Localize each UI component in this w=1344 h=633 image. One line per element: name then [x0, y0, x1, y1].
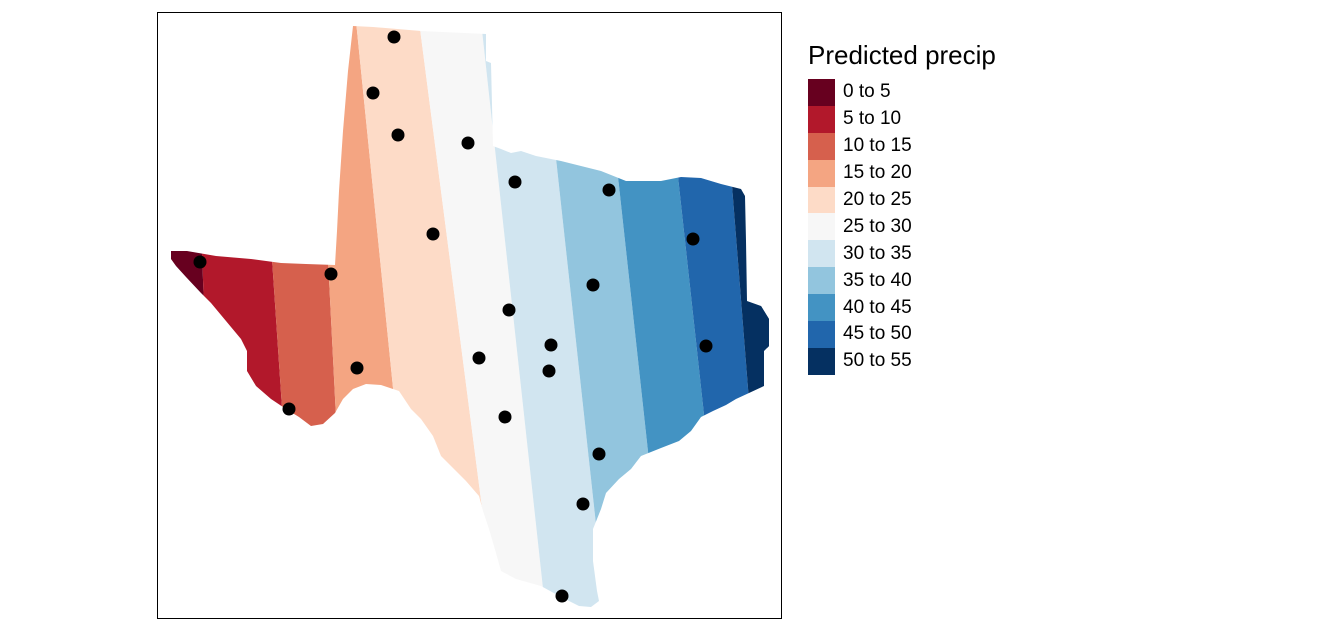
legend-item: 5 to 10 [808, 105, 996, 133]
legend-swatch [808, 105, 835, 133]
legend-swatch [808, 78, 835, 106]
legend-label: 35 to 40 [843, 269, 912, 291]
map-canvas [171, 26, 769, 607]
sample-point [498, 410, 512, 424]
sample-point [602, 183, 616, 197]
legend-swatch [808, 347, 835, 375]
map-panel [157, 12, 782, 619]
sample-point [350, 361, 364, 375]
sample-point [502, 303, 516, 317]
legend-label: 50 to 55 [843, 350, 912, 372]
legend-item: 20 to 25 [808, 186, 996, 214]
legend-item: 0 to 5 [808, 78, 996, 106]
sample-point [461, 136, 475, 150]
legend-swatch [808, 320, 835, 348]
sample-point [699, 339, 713, 353]
sample-point [508, 175, 522, 189]
legend-item: 15 to 20 [808, 159, 996, 187]
legend-label: 5 to 10 [843, 108, 902, 130]
sample-point [576, 497, 590, 511]
legend-item: 30 to 35 [808, 240, 996, 268]
sample-point [387, 30, 401, 44]
legend-swatch [808, 267, 835, 295]
sample-point [391, 128, 405, 142]
legend-swatch [808, 213, 835, 241]
legend-label: 25 to 30 [843, 215, 912, 237]
sample-point [686, 232, 700, 246]
legend-rows: 0 to 5 5 to 10 10 to 15 15 to 20 20 to 25 25 … [808, 78, 996, 375]
legend-label: 40 to 45 [843, 296, 912, 318]
legend-swatch [808, 159, 835, 187]
sample-point [586, 278, 600, 292]
precip-bands [171, 26, 769, 607]
legend-label: 20 to 25 [843, 189, 912, 210]
legend-label: 30 to 35 [843, 242, 912, 264]
sample-point [282, 402, 296, 416]
legend-label: 0 to 5 [843, 81, 891, 103]
legend-swatch [808, 240, 835, 268]
legend-item: 40 to 45 [808, 294, 996, 322]
legend-item: 10 to 15 [808, 132, 996, 160]
precip-band [761, 301, 769, 351]
legend-item: 35 to 40 [808, 267, 996, 295]
legend-label: 45 to 50 [843, 323, 912, 345]
legend-label: 10 to 15 [843, 135, 912, 157]
legend-swatch [808, 186, 835, 214]
sample-point [366, 86, 380, 100]
sample-point [592, 447, 606, 461]
sample-point [555, 589, 569, 603]
legend-swatch [808, 132, 835, 160]
sample-point [193, 255, 207, 269]
legend-swatch [808, 294, 835, 322]
sample-point [324, 267, 338, 281]
sample-point [542, 364, 556, 378]
sample-point [472, 351, 486, 365]
legend-label: 15 to 20 [843, 162, 912, 184]
legend: Predicted precip 0 to 5 5 to 10 10 to 15 15… [808, 40, 996, 375]
legend-item: 25 to 30 [808, 213, 996, 241]
legend-item: 45 to 50 [808, 320, 996, 348]
sample-point [544, 338, 558, 352]
precip-band [171, 26, 216, 607]
legend-title: Predicted precip [808, 40, 996, 70]
sample-point [426, 227, 440, 241]
legend-item: 50 to 55 [808, 347, 996, 375]
